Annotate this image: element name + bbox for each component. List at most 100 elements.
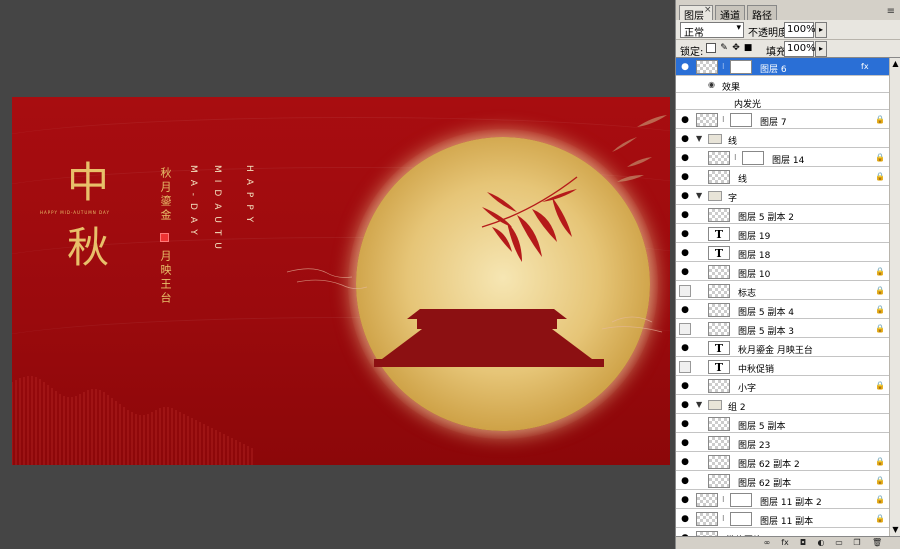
folder-icon[interactable]: ▭	[834, 538, 844, 548]
eye-icon[interactable]: ●	[679, 209, 691, 221]
layer-group-row[interactable]: ● ▼ 线	[676, 130, 889, 148]
adjustment-icon[interactable]: ◐	[816, 538, 826, 548]
expand-triangle-icon[interactable]: ▼	[696, 400, 702, 409]
layer-mask-thumbnail[interactable]	[730, 493, 752, 507]
layer-thumbnail[interactable]	[708, 379, 730, 393]
eye-icon[interactable]: ●	[679, 61, 691, 73]
close-icon[interactable]: ×	[704, 5, 712, 15]
eye-icon[interactable]: ●	[679, 399, 691, 411]
eye-icon[interactable]: ●	[679, 456, 691, 468]
eye-icon[interactable]: ●	[679, 152, 691, 164]
layer-row[interactable]: ● ⁝ 图层 11 副本 2 🔒	[676, 491, 889, 509]
fx-icon[interactable]: fx	[861, 62, 871, 72]
eye-icon[interactable]: ●	[679, 304, 691, 316]
scroll-up-icon[interactable]: ▲	[890, 58, 900, 70]
eye-icon[interactable]	[679, 79, 691, 91]
layer-mask-thumbnail[interactable]	[742, 151, 764, 165]
layer-group-row[interactable]: ● ▼ 字	[676, 187, 889, 205]
chain-link-icon[interactable]: ⁝	[722, 61, 728, 73]
mask-icon[interactable]: ◘	[798, 538, 808, 548]
layer-row[interactable]: ● T 秋月鎏金 月映王台	[676, 339, 889, 357]
text-layer-thumbnail[interactable]: T	[708, 227, 730, 241]
layer-thumbnail[interactable]	[708, 303, 730, 317]
lock-pixels-icon[interactable]: ✎	[719, 43, 729, 53]
eye-icon[interactable]	[679, 361, 691, 373]
expand-triangle-icon[interactable]: ▼	[696, 134, 702, 143]
layer-thumbnail[interactable]	[708, 151, 730, 165]
eye-icon[interactable]: ●	[679, 133, 691, 145]
layer-row[interactable]: ● 小字 🔒	[676, 377, 889, 395]
layer-group-row[interactable]: ● ▼ 组 2	[676, 396, 889, 414]
tab-paths[interactable]: 路径	[747, 5, 777, 22]
layer-row[interactable]: ● ⁝ 图层 7 🔒	[676, 111, 889, 129]
eye-icon[interactable]: ●	[679, 171, 691, 183]
layer-thumbnail[interactable]	[696, 60, 718, 74]
eye-icon[interactable]: ●	[679, 380, 691, 392]
eye-icon[interactable]: ●	[679, 475, 691, 487]
layer-row[interactable]: ● 图层 62 副本 🔒	[676, 472, 889, 490]
layer-row[interactable]: ● 图层 62 副本 2 🔒	[676, 453, 889, 471]
layer-thumbnail[interactable]	[708, 436, 730, 450]
chain-link-icon[interactable]: ⁝	[722, 494, 728, 506]
eye-icon[interactable]: ●	[679, 494, 691, 506]
layer-row[interactable]: ● ⁝ 图层 11 副本 🔒	[676, 510, 889, 528]
layer-row[interactable]: T 中秋促销	[676, 358, 889, 376]
fill-input[interactable]: 100%	[784, 41, 816, 57]
layer-list-scrollbar[interactable]: ▲ ▼	[889, 58, 900, 536]
tab-channels[interactable]: 通道	[715, 5, 745, 22]
layer-thumbnail[interactable]	[708, 284, 730, 298]
fill-slider-button[interactable]: ▸	[815, 41, 827, 57]
lock-all-icon[interactable]: ■	[743, 43, 753, 53]
scroll-down-icon[interactable]: ▼	[890, 524, 900, 536]
text-layer-thumbnail[interactable]: T	[708, 341, 730, 355]
eye-icon[interactable]	[679, 323, 691, 335]
panel-menu-icon[interactable]: ≡	[887, 6, 895, 17]
eye-icon[interactable]: ●	[679, 228, 691, 240]
layer-thumbnail[interactable]	[708, 265, 730, 279]
layer-row[interactable]: ● T 图层 18	[676, 244, 889, 262]
layer-effect-row[interactable]: 内发光	[676, 94, 889, 110]
layer-thumbnail[interactable]	[708, 474, 730, 488]
layer-mask-thumbnail[interactable]	[730, 60, 752, 74]
chain-link-icon[interactable]: ⁝	[722, 513, 728, 525]
layer-row[interactable]: ●微信图片_20180811204826	[676, 529, 889, 536]
eye-icon[interactable]: ●	[679, 513, 691, 525]
eye-icon[interactable]: ●	[679, 247, 691, 259]
eye-icon[interactable]: ●	[679, 342, 691, 354]
layer-effect-row[interactable]: ◉ 效果	[676, 77, 889, 93]
layer-thumbnail[interactable]	[708, 322, 730, 336]
new-layer-icon[interactable]: ❐	[852, 538, 862, 548]
layer-thumbnail[interactable]	[696, 113, 718, 127]
blend-mode-select[interactable]: 正常 ▾	[680, 22, 744, 39]
document-canvas[interactable]: HAPPY MID-AUTUMN DAY 中 秋 秋月鎏金 月映王台 HAPPY…	[0, 0, 675, 549]
layer-thumbnail[interactable]	[708, 170, 730, 184]
eye-icon[interactable]: ●	[679, 437, 691, 449]
layer-mask-thumbnail[interactable]	[730, 512, 752, 526]
expand-triangle-icon[interactable]: ▼	[696, 191, 702, 200]
layer-thumbnail[interactable]	[708, 208, 730, 222]
layer-thumbnail[interactable]	[708, 417, 730, 431]
eye-icon[interactable]	[679, 285, 691, 297]
chain-link-icon[interactable]: ⁝	[734, 152, 740, 164]
chain-link-icon[interactable]: ⁝	[722, 114, 728, 126]
opacity-input[interactable]: 100%	[784, 22, 816, 38]
eye-icon[interactable]	[679, 96, 691, 108]
layer-row[interactable]: 图层 5 副本 3 🔒	[676, 320, 889, 338]
layer-row[interactable]: ● 图层 10 🔒	[676, 263, 889, 281]
layer-row[interactable]: ● 线 🔒	[676, 168, 889, 186]
eye-icon[interactable]: ●	[679, 418, 691, 430]
eye-icon[interactable]: ●	[679, 266, 691, 278]
text-layer-thumbnail[interactable]: T	[708, 246, 730, 260]
layer-row[interactable]: ● T 图层 19	[676, 225, 889, 243]
layer-thumbnail[interactable]	[696, 493, 718, 507]
layer-row[interactable]: ● ⁝ 图层 6 fx	[676, 58, 889, 76]
layer-thumbnail[interactable]	[696, 512, 718, 526]
effect-eye-icon[interactable]: ◉	[708, 80, 715, 89]
layer-row[interactable]: 标志 🔒	[676, 282, 889, 300]
fx-icon[interactable]: fx	[780, 538, 790, 548]
text-layer-thumbnail[interactable]: T	[708, 360, 730, 374]
layer-row[interactable]: ● 图层 5 副本	[676, 415, 889, 433]
trash-icon[interactable]: 🗑	[872, 538, 882, 548]
lock-transparency-icon[interactable]	[706, 43, 716, 53]
layer-row[interactable]: ● 图层 5 副本 2	[676, 206, 889, 224]
